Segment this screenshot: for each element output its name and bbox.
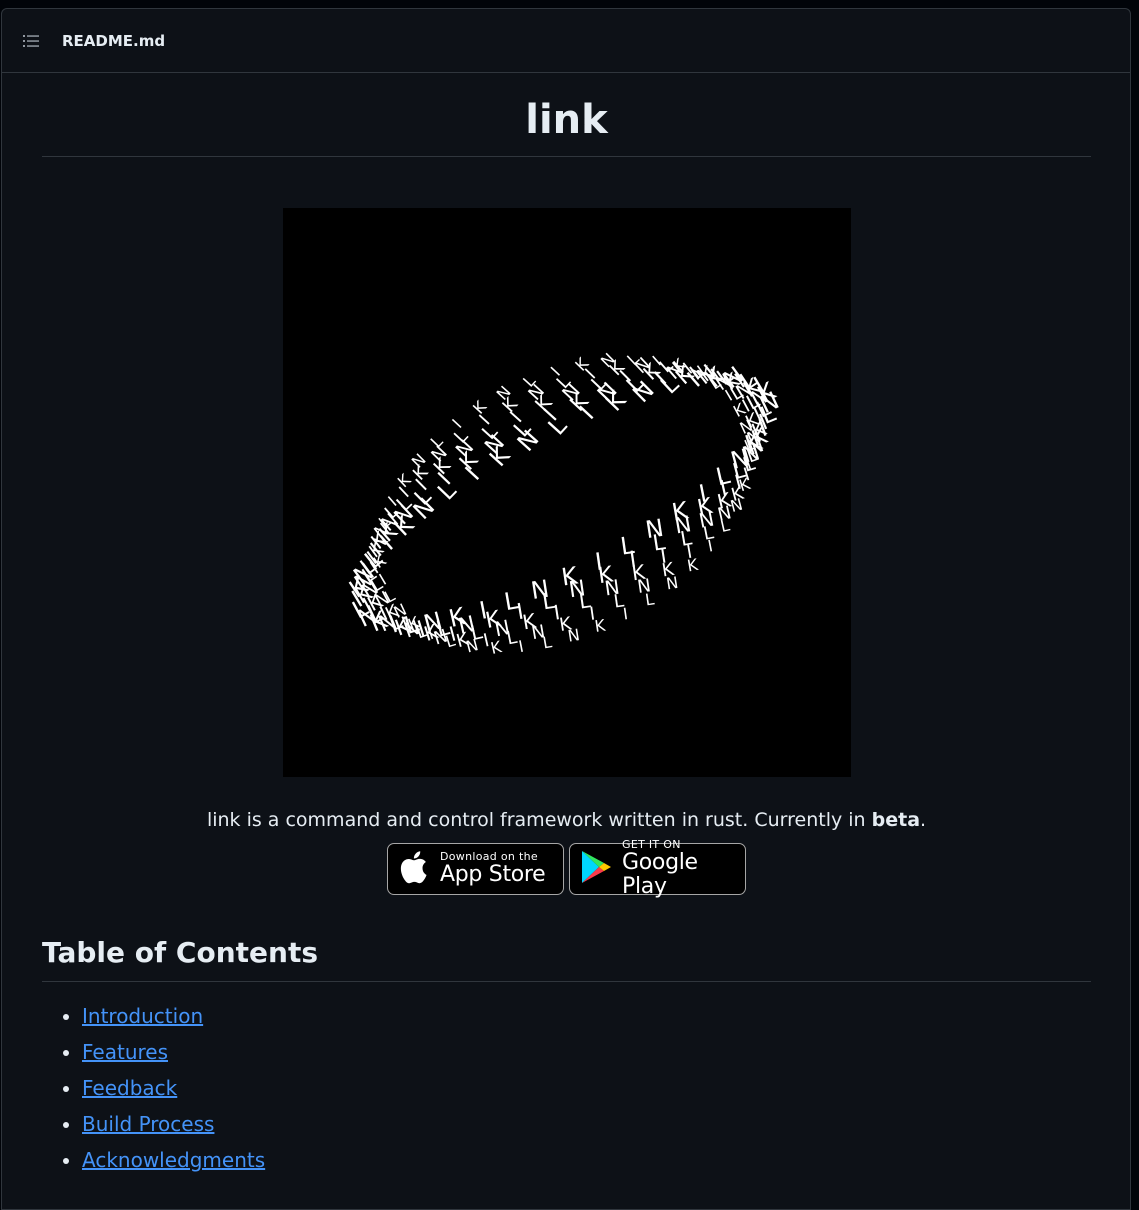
toc-link-feedback[interactable]: Feedback [82, 1076, 177, 1100]
app-store-big-text: App Store [440, 862, 546, 887]
toc-item: Introduction [82, 998, 1091, 1034]
readme-container: README.md link KNLIKNLIKNLIKNLIKNLIKNLIK… [1, 8, 1131, 1210]
toc-list: Introduction Features Feedback Build Pro… [42, 998, 1091, 1178]
google-play-badge[interactable]: GET IT ON Google Play [569, 839, 746, 899]
readme-title: link [42, 89, 1091, 157]
hero-glyph: N [566, 625, 581, 646]
hero-glyph: K [468, 397, 489, 418]
google-play-big-text: Google Play [622, 850, 698, 899]
toc-link-features[interactable]: Features [82, 1040, 168, 1064]
toc-item: Acknowledgments [82, 1142, 1091, 1178]
toc-item: Feedback [82, 1070, 1091, 1106]
app-store-badge[interactable]: Download on the App Store [387, 843, 564, 895]
tagline-bold: beta [871, 809, 921, 831]
hero-glyph: I [516, 637, 524, 657]
hero-glyph: I [621, 604, 628, 623]
hero-image-wrap: KNLIKNLIKNLIKNLIKNLIKNLIKNLIKNLIKNLIKNLI… [42, 208, 1091, 777]
toc-heading: Table of Contents [42, 935, 1091, 982]
hero-glyph: L [541, 632, 553, 652]
chain-link-graphic: KNLIKNLIKNLIKNLIKNLIKNLIKNLIKNLIKNL I KNLI… [344, 349, 783, 658]
toc-link-acknowledgments[interactable]: Acknowledgments [82, 1148, 265, 1172]
readme-header: README.md [2, 9, 1130, 73]
list-unordered-icon[interactable] [21, 31, 41, 51]
store-badges: Download on the App Store GET IT ON Goog… [42, 839, 1091, 899]
toc-item: Features [82, 1034, 1091, 1070]
hero-glyph: N [664, 573, 679, 594]
toc-link-build-process[interactable]: Build Process [82, 1112, 214, 1136]
tagline-text: link is a command and control framework … [206, 809, 872, 831]
google-play-icon [580, 849, 614, 889]
tagline-suffix: . [920, 809, 927, 831]
toc-item: Build Process [82, 1106, 1091, 1142]
hero-glyph: K [685, 555, 699, 576]
readme-filename: README.md [62, 31, 166, 50]
toc-link-introduction[interactable]: Introduction [82, 1004, 203, 1028]
hero-glyph: K [593, 616, 607, 636]
tagline: link is a command and control framework … [42, 807, 1091, 833]
apple-icon [400, 849, 432, 889]
hero-glyph: L [643, 589, 655, 609]
readme-body: link KNLIKNLIKNLIKNLIKNLIKNLIKNLIKNLIKNL… [42, 89, 1091, 1178]
hero-image[interactable]: KNLIKNLIKNLIKNLIKNLIKNLIKNLIKNLIKNLIKNLI… [282, 208, 851, 777]
